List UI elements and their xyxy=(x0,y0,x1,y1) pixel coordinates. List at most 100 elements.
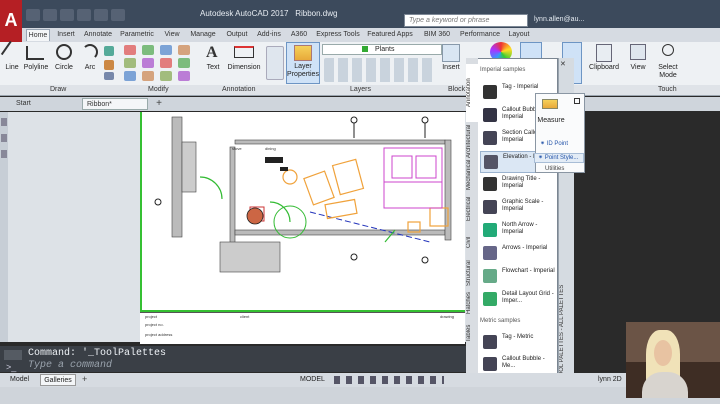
panel-block[interactable]: Block xyxy=(448,86,465,93)
plot-icon[interactable] xyxy=(111,9,125,21)
workspace-switch[interactable]: lynn 2D xyxy=(598,374,622,386)
panel-draw[interactable]: Draw xyxy=(50,86,66,93)
palette-item[interactable]: Graphic Scale - Imperial xyxy=(480,197,558,219)
panel-annotation[interactable]: Annotation xyxy=(222,86,255,93)
layer-icon xyxy=(294,45,312,61)
model-space-toggle[interactable]: MODEL xyxy=(300,374,325,386)
select-mode-icon xyxy=(662,44,674,56)
new-tab-icon[interactable]: + xyxy=(154,99,164,109)
palette-tab-mechanical[interactable]: Mechanical xyxy=(466,160,478,190)
palette-item-label: Tag - Imperial xyxy=(502,84,539,90)
palette-item[interactable]: Flowchart - Imperial xyxy=(480,266,558,288)
palette-tab-electrical[interactable]: Electrical xyxy=(466,192,478,226)
tab-insert[interactable]: Insert xyxy=(54,29,78,41)
tab-galleries[interactable]: Galleries xyxy=(40,374,76,386)
scale-icon[interactable] xyxy=(178,58,190,68)
fillet-icon[interactable] xyxy=(142,58,154,68)
tab-layout[interactable]: Layout xyxy=(506,29,532,41)
palette-tab-structural[interactable]: Structural xyxy=(466,258,478,288)
palette-tab-civil[interactable]: Civil xyxy=(466,228,478,256)
mirror-icon[interactable] xyxy=(124,58,136,68)
tab-view[interactable]: View xyxy=(160,29,184,41)
view-button[interactable]: View xyxy=(626,64,650,71)
copy-icon[interactable] xyxy=(178,45,190,55)
layer-dropdown[interactable]: Plants xyxy=(322,44,442,55)
tab-parametric[interactable]: Parametric xyxy=(118,29,156,41)
tab-ribbon-dwg[interactable]: Ribbon* xyxy=(82,98,148,110)
palette-tab-architectural[interactable]: Architectural xyxy=(466,124,478,158)
text-button[interactable]: Text xyxy=(202,64,224,71)
line-button[interactable]: Line xyxy=(2,64,22,71)
stretch-icon[interactable] xyxy=(160,58,172,68)
panel-layers[interactable]: Layers xyxy=(350,86,371,93)
tool-icon xyxy=(483,246,497,260)
select-mode-button[interactable]: Select Mode xyxy=(654,64,682,80)
undo-icon[interactable] xyxy=(77,9,91,21)
palette-tab-annotation[interactable]: Annotation xyxy=(466,64,478,122)
point-style-button[interactable]: ⁕ Point Style... xyxy=(538,154,578,161)
command-history: Command: '_ToolPalettes xyxy=(28,348,167,359)
clipboard-button[interactable]: Clipboard xyxy=(586,64,622,71)
arc-button[interactable]: Arc xyxy=(78,64,102,71)
tab-performance[interactable]: Performance xyxy=(458,29,502,41)
tab-featured-apps[interactable]: Featured Apps xyxy=(364,29,416,41)
id-point-button[interactable]: ⁕ ID Point xyxy=(540,140,568,147)
layer-tools[interactable] xyxy=(324,58,434,82)
search-input[interactable]: Type a keyword or phrase xyxy=(404,14,528,27)
panel-modify[interactable]: Modify xyxy=(148,86,169,93)
rotate-icon[interactable] xyxy=(142,45,154,55)
tab-add-ins[interactable]: Add-ins xyxy=(256,29,282,41)
layer-color-swatch xyxy=(362,46,368,52)
command-input[interactable]: Type a command xyxy=(28,360,112,371)
tab-bim-360[interactable]: BIM 360 xyxy=(420,29,454,41)
viewport-tool-icon[interactable] xyxy=(1,134,7,142)
save-icon[interactable] xyxy=(60,9,74,21)
circle-button[interactable]: Circle xyxy=(52,64,76,71)
tab-start[interactable]: Start xyxy=(12,98,72,110)
titleblock-project: project xyxy=(145,314,158,319)
erase-icon[interactable] xyxy=(142,71,154,81)
palette-item[interactable]: Detail Layout Grid - Imper... xyxy=(480,289,558,311)
status-toggles[interactable] xyxy=(334,376,444,384)
tab-express-tools[interactable]: Express Tools xyxy=(316,29,360,41)
move-icon[interactable] xyxy=(124,45,136,55)
palette-item-label: North Arrow - Imperial xyxy=(502,222,538,235)
tab-manage[interactable]: Manage xyxy=(188,29,218,41)
section-metric-heading: Metric samples xyxy=(480,318,521,324)
insert-button[interactable]: Insert xyxy=(438,64,464,71)
palette-tab-hatches[interactable]: Hatches xyxy=(466,290,478,316)
viewport-tool-icon[interactable] xyxy=(1,150,7,158)
viewport-tool-icon[interactable] xyxy=(1,118,7,126)
tab-a360[interactable]: A360 xyxy=(286,29,312,41)
command-close-icon[interactable] xyxy=(4,350,22,360)
new-icon[interactable] xyxy=(26,9,40,21)
palette-item[interactable]: Drawing Title - Imperial xyxy=(480,174,558,196)
offset-icon[interactable] xyxy=(178,71,190,81)
tool-icon xyxy=(483,357,497,371)
arc-icon xyxy=(82,44,98,60)
array-icon[interactable] xyxy=(124,71,136,81)
explode-icon[interactable] xyxy=(160,71,172,81)
application-menu-button[interactable]: A xyxy=(0,0,22,42)
id-point-label: ID Point xyxy=(546,141,569,147)
redo-icon[interactable] xyxy=(94,9,108,21)
dimension-button[interactable]: Dimension xyxy=(226,64,262,71)
open-icon[interactable] xyxy=(43,9,57,21)
user-account[interactable]: lynn.allen@au... xyxy=(534,16,584,23)
panel-touch[interactable]: Touch xyxy=(658,86,677,93)
polyline-button[interactable]: Polyline xyxy=(22,64,50,71)
palette-item[interactable]: Tag - Metric xyxy=(480,332,558,354)
palette-item[interactable]: North Arrow - Imperial xyxy=(480,220,558,242)
new-layout-icon[interactable]: + xyxy=(82,374,87,385)
tool-icon xyxy=(483,131,497,145)
command-recent-icon[interactable]: >_ xyxy=(6,362,22,372)
tab-home[interactable]: Home xyxy=(26,29,50,41)
close-icon[interactable]: ✕ xyxy=(560,60,570,68)
tab-annotate[interactable]: Annotate xyxy=(82,29,114,41)
tab-model[interactable]: Model xyxy=(10,374,29,386)
palette-item[interactable]: Arrows - Imperial xyxy=(480,243,558,265)
trim-icon[interactable] xyxy=(160,45,172,55)
palette-tab-tables[interactable]: Tables xyxy=(466,318,478,348)
tab-output[interactable]: Output xyxy=(222,29,252,41)
measure-button[interactable]: Measure xyxy=(536,117,566,124)
